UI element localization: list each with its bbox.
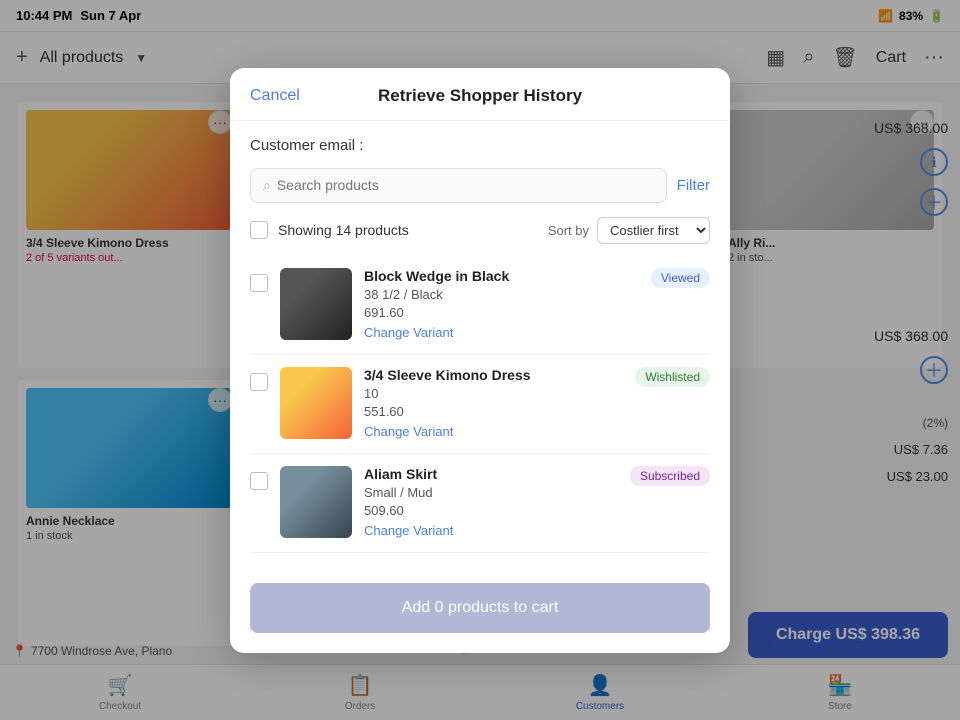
item-image-3: [280, 466, 352, 538]
modal-title: Retrieve Shopper History: [378, 86, 582, 106]
item-variant-2: 10: [364, 386, 623, 401]
list-item: Aliam Skirt Small / Mud 509.60 Change Va…: [250, 454, 710, 553]
showing-products-text: Showing 14 products: [278, 222, 409, 238]
item-badge-3: Subscribed: [630, 466, 710, 486]
sort-by-label: Sort by: [548, 223, 589, 238]
modal-cancel-button[interactable]: Cancel: [250, 87, 300, 105]
item-info-3: Aliam Skirt Small / Mud 509.60 Change Va…: [364, 466, 618, 540]
item-name-2: 3/4 Sleeve Kimono Dress: [364, 367, 623, 383]
sort-row: Sort by Costlier first Cheaper first New…: [548, 217, 710, 244]
app-background: 10:44 PM Sun 7 Apr 📶 83% 🔋 + All product…: [0, 0, 960, 720]
item-price-1: 691.60: [364, 305, 639, 320]
filter-button[interactable]: Filter: [677, 177, 710, 194]
search-icon: ⌕: [263, 177, 271, 194]
item-info-1: Block Wedge in Black 38 1/2 / Black 691.…: [364, 268, 639, 342]
change-variant-link-1[interactable]: Change Variant: [364, 325, 453, 340]
item-image-1: [280, 268, 352, 340]
products-summary-row: Showing 14 products Sort by Costlier fir…: [250, 217, 710, 244]
search-input[interactable]: [277, 177, 654, 193]
item-badge-1: Viewed: [651, 268, 710, 288]
item-name-3: Aliam Skirt: [364, 466, 618, 482]
item-name-1: Block Wedge in Black: [364, 268, 639, 284]
modal-dialog: Cancel Retrieve Shopper History Customer…: [230, 68, 730, 653]
item-badge-2: Wishlisted: [635, 367, 710, 387]
item-checkbox-1[interactable]: [250, 274, 268, 292]
change-variant-link-3[interactable]: Change Variant: [364, 523, 453, 538]
item-checkbox-2[interactable]: [250, 373, 268, 391]
item-image-2: [280, 367, 352, 439]
search-row: ⌕ Filter: [250, 168, 710, 203]
item-checkbox-3[interactable]: [250, 472, 268, 490]
select-all-checkbox[interactable]: [250, 221, 268, 239]
list-item: 3/4 Sleeve Kimono Dress 10 551.60 Change…: [250, 355, 710, 454]
add-to-cart-button[interactable]: Add 0 products to cart: [250, 583, 710, 633]
item-info-2: 3/4 Sleeve Kimono Dress 10 551.60 Change…: [364, 367, 623, 441]
search-input-wrap[interactable]: ⌕: [250, 168, 667, 203]
modal-header: Cancel Retrieve Shopper History: [230, 68, 730, 121]
modal-product-list: Block Wedge in Black 38 1/2 / Black 691.…: [250, 256, 710, 553]
customer-email-label: Customer email :: [250, 137, 710, 154]
sort-select[interactable]: Costlier first Cheaper first Newest firs…: [597, 217, 710, 244]
modal-body: Customer email : ⌕ Filter Showing 14 pro…: [230, 121, 730, 569]
modal-overlay: Cancel Retrieve Shopper History Customer…: [0, 0, 960, 720]
list-item: Block Wedge in Black 38 1/2 / Black 691.…: [250, 256, 710, 355]
summary-left: Showing 14 products: [250, 221, 409, 239]
change-variant-link-2[interactable]: Change Variant: [364, 424, 453, 439]
item-variant-1: 38 1/2 / Black: [364, 287, 639, 302]
item-price-3: 509.60: [364, 503, 618, 518]
item-price-2: 551.60: [364, 404, 623, 419]
item-variant-3: Small / Mud: [364, 485, 618, 500]
